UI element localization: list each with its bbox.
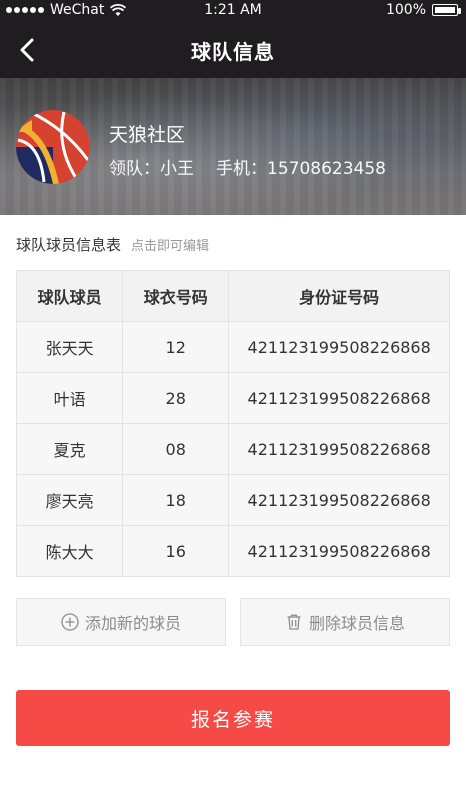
status-bar: WeChat 1:21 AM 100% xyxy=(0,0,466,22)
leader-label: 领队： xyxy=(109,159,160,179)
column-header-number: 球衣号码 xyxy=(122,270,230,322)
jersey-number-cell[interactable]: 12 xyxy=(122,321,230,373)
phone-number: 15708623458 xyxy=(267,159,386,179)
team-info-page: WeChat 1:21 AM 100% 球队信息 天狼社区 领队：小王 手机：1… xyxy=(0,0,466,809)
roster-caption: 球队球员信息表 点击即可编辑 xyxy=(16,234,209,255)
id-number-cell[interactable]: 421123199508226868 xyxy=(228,474,450,526)
roster-table: 球队球员 球衣号码 身份证号码 张天天 12 42112319950822686… xyxy=(15,270,450,577)
header: WeChat 1:21 AM 100% 球队信息 xyxy=(0,0,466,78)
add-player-button[interactable]: 添加新的球员 xyxy=(16,598,226,646)
edit-hint: 点击即可编辑 xyxy=(131,239,210,254)
delete-player-button[interactable]: 删除球员信息 xyxy=(240,598,450,646)
phone-label: 手机： xyxy=(216,159,267,179)
basketball-logo-icon xyxy=(16,110,90,184)
team-banner: 天狼社区 领队：小王 手机：15708623458 xyxy=(0,78,466,215)
add-player-label: 添加新的球员 xyxy=(84,614,181,633)
jersey-number-cell[interactable]: 16 xyxy=(122,525,230,577)
id-number-cell[interactable]: 421123199508226868 xyxy=(228,321,450,373)
table-row[interactable]: 张天天 12 421123199508226868 xyxy=(15,321,450,373)
register-button[interactable]: 报名参赛 xyxy=(16,690,450,746)
player-name-cell[interactable]: 廖天亮 xyxy=(15,474,124,526)
id-number-cell[interactable]: 421123199508226868 xyxy=(228,423,450,475)
id-number-cell[interactable]: 421123199508226868 xyxy=(228,525,450,577)
roster-actions: 添加新的球员 删除球员信息 xyxy=(16,598,450,646)
battery-icon xyxy=(432,4,461,16)
table-row[interactable]: 叶语 28 421123199508226868 xyxy=(15,372,450,424)
roster-title: 球队球员信息表 xyxy=(16,236,122,254)
table-row[interactable]: 陈大大 16 421123199508226868 xyxy=(15,525,450,577)
player-name-cell[interactable]: 陈大大 xyxy=(15,525,124,577)
table-row[interactable]: 夏克 08 421123199508226868 xyxy=(15,423,450,475)
jersey-number-cell[interactable]: 28 xyxy=(122,372,230,424)
status-right: 100% xyxy=(385,0,461,20)
team-name: 天狼社区 xyxy=(109,124,186,146)
plus-circle-icon xyxy=(61,613,79,631)
delete-player-label: 删除球员信息 xyxy=(308,614,405,633)
table-header-row: 球队球员 球衣号码 身份证号码 xyxy=(15,270,450,322)
table-row[interactable]: 廖天亮 18 421123199508226868 xyxy=(15,474,450,526)
nav-bar: 球队信息 xyxy=(0,24,466,76)
jersey-number-cell[interactable]: 08 xyxy=(122,423,230,475)
jersey-number-cell[interactable]: 18 xyxy=(122,474,230,526)
id-number-cell[interactable]: 421123199508226868 xyxy=(228,372,450,424)
team-contact: 领队：小王 手机：15708623458 xyxy=(109,154,386,179)
column-header-id: 身份证号码 xyxy=(228,270,450,322)
page-title: 球队信息 xyxy=(191,40,275,64)
trash-icon xyxy=(287,614,301,630)
team-logo xyxy=(16,110,90,184)
player-name-cell[interactable]: 张天天 xyxy=(15,321,124,373)
leader-name: 小王 xyxy=(160,159,194,179)
column-header-player: 球队球员 xyxy=(15,270,124,322)
battery-percent: 100% xyxy=(385,2,426,18)
player-name-cell[interactable]: 夏克 xyxy=(15,423,124,475)
player-name-cell[interactable]: 叶语 xyxy=(15,372,124,424)
